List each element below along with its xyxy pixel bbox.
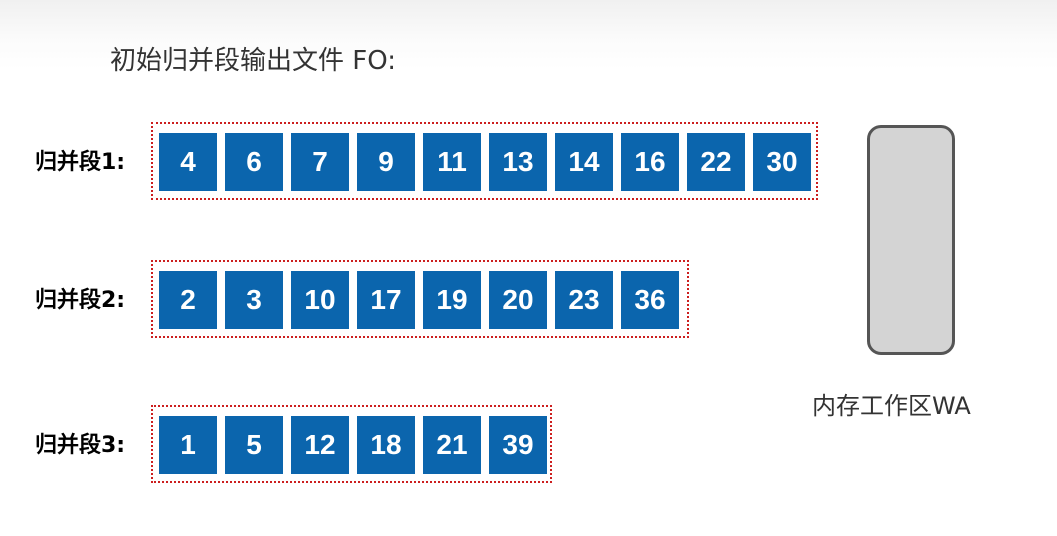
diagram-title: 初始归并段输出文件 FO:: [110, 46, 396, 76]
segment-cell: 14: [555, 133, 613, 191]
segment-cell: 18: [357, 416, 415, 474]
work-area-label: 内存工作区WA: [812, 392, 971, 420]
segment-cell: 3: [225, 271, 283, 329]
segment-cell: 16: [621, 133, 679, 191]
segment-2-cells: 2 3 10 17 19 20 23 36: [159, 271, 679, 329]
segment-3-cells: 1 5 12 18 21 39: [159, 416, 547, 474]
segment-2: 2 3 10 17 19 20 23 36: [151, 260, 689, 338]
segment-cell: 2: [159, 271, 217, 329]
segment-cell: 20: [489, 271, 547, 329]
segment-cell: 12: [291, 416, 349, 474]
segment-1: 4 6 7 9 11 13 14 16 22 30: [151, 122, 818, 200]
segment-3-label: 归并段3:: [35, 433, 126, 458]
segment-cell: 7: [291, 133, 349, 191]
segment-cell: 11: [423, 133, 481, 191]
segment-cell: 6: [225, 133, 283, 191]
segment-1-label: 归并段1:: [35, 150, 126, 175]
segment-cell: 13: [489, 133, 547, 191]
segment-cell: 1: [159, 416, 217, 474]
segment-1-cells: 4 6 7 9 11 13 14 16 22 30: [159, 133, 811, 191]
segment-3: 1 5 12 18 21 39: [151, 405, 552, 483]
segment-cell: 9: [357, 133, 415, 191]
segment-cell: 22: [687, 133, 745, 191]
segment-cell: 10: [291, 271, 349, 329]
segment-cell: 30: [753, 133, 811, 191]
segment-cell: 17: [357, 271, 415, 329]
segment-cell: 36: [621, 271, 679, 329]
segment-cell: 5: [225, 416, 283, 474]
segment-cell: 21: [423, 416, 481, 474]
segment-cell: 4: [159, 133, 217, 191]
segment-cell: 19: [423, 271, 481, 329]
segment-2-label: 归并段2:: [35, 288, 126, 313]
work-area-box: [867, 125, 955, 355]
segment-cell: 39: [489, 416, 547, 474]
segment-cell: 23: [555, 271, 613, 329]
